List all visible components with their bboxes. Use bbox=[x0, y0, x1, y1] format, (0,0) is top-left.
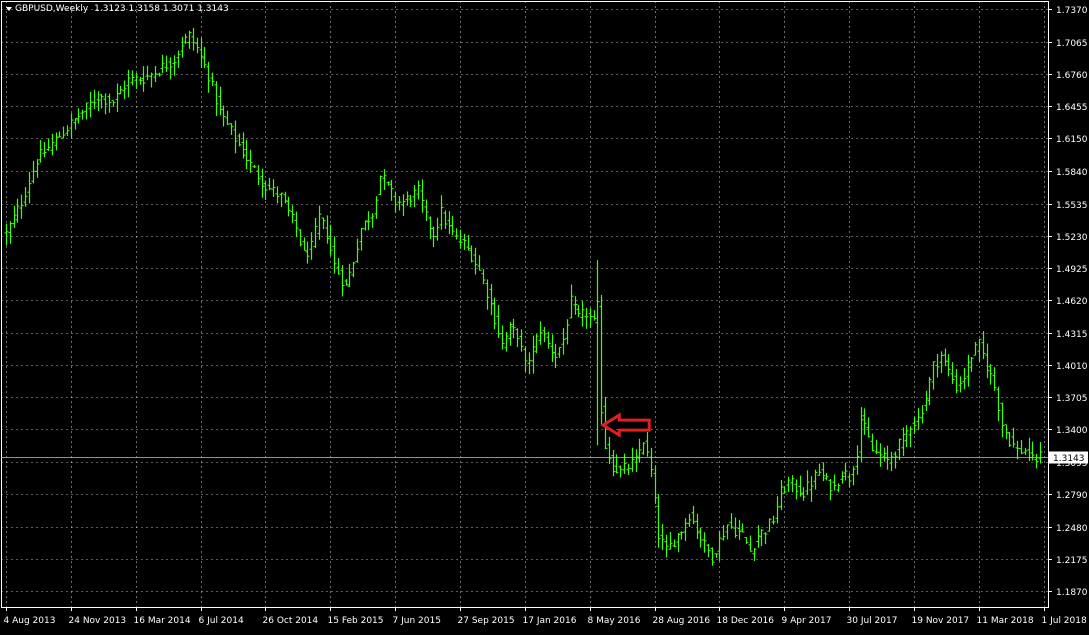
y-tick-label: 1.6150 bbox=[1056, 135, 1088, 145]
x-tick-label: 24 Nov 2013 bbox=[69, 616, 127, 626]
symbol-label: GBPUSD,Weekly bbox=[15, 4, 89, 14]
chart-background bbox=[0, 0, 1089, 631]
y-tick-label: 1.6455 bbox=[1056, 103, 1088, 113]
price-chart[interactable]: 1.7370 1.7065 1.6760 1.6455 1.6150 1.5840 1.55… bbox=[0, 0, 1089, 631]
ohlc-label: 1.3123 1.3158 1.3071 1.3143 bbox=[94, 4, 229, 14]
chart-info-bar: GBPUSD,Weekly 1.3123 1.3158 1.3071 1.314… bbox=[6, 4, 229, 14]
y-tick-label: 1.2480 bbox=[1056, 524, 1088, 534]
x-tick-label: 4 Aug 2013 bbox=[4, 616, 56, 626]
x-tick-label: 8 May 2016 bbox=[588, 616, 641, 626]
y-tick-label: 1.4925 bbox=[1056, 265, 1088, 275]
y-tick-label: 1.6760 bbox=[1056, 71, 1088, 81]
x-tick-label: 17 Jan 2016 bbox=[523, 616, 577, 626]
x-tick-label: 16 Mar 2014 bbox=[134, 616, 191, 626]
y-tick-label: 1.5535 bbox=[1056, 201, 1088, 211]
x-tick-label: 11 Mar 2018 bbox=[977, 616, 1034, 626]
chart-window[interactable]: GBPUSD,Weekly 1.3123 1.3158 1.3071 1.314… bbox=[0, 0, 1089, 631]
y-tick-label: 1.5230 bbox=[1056, 233, 1088, 243]
triangle-down-icon[interactable] bbox=[6, 7, 12, 11]
x-tick-label: 27 Sep 2015 bbox=[458, 616, 515, 626]
x-tick-label: 30 Jul 2017 bbox=[847, 616, 898, 626]
x-tick-label: 6 Jul 2014 bbox=[199, 616, 244, 626]
x-tick-label: 9 Apr 2017 bbox=[782, 616, 832, 626]
y-tick-label: 1.2175 bbox=[1056, 556, 1088, 566]
y-tick-label: 1.7370 bbox=[1056, 6, 1088, 16]
y-tick-label: 1.4010 bbox=[1056, 362, 1088, 372]
current-price-label: 1.3143 bbox=[1053, 454, 1085, 464]
x-tick-label: 26 Oct 2014 bbox=[263, 616, 319, 626]
x-tick-label: 1 Jul 2018 bbox=[1042, 616, 1087, 626]
y-tick-label: 1.5840 bbox=[1056, 168, 1088, 178]
y-tick-label: 1.3705 bbox=[1056, 394, 1088, 404]
x-tick-label: 7 Jun 2015 bbox=[393, 616, 441, 626]
y-tick-label: 1.3400 bbox=[1056, 426, 1088, 436]
x-tick-label: 19 Nov 2017 bbox=[912, 616, 970, 626]
y-tick-label: 1.4620 bbox=[1056, 297, 1088, 307]
y-tick-label: 1.4315 bbox=[1056, 330, 1088, 340]
y-tick-label: 1.1870 bbox=[1056, 588, 1088, 598]
x-tick-label: 15 Feb 2015 bbox=[328, 616, 384, 626]
x-tick-label: 18 Dec 2016 bbox=[717, 616, 775, 626]
y-tick-label: 1.2790 bbox=[1056, 491, 1088, 501]
x-tick-label: 28 Aug 2016 bbox=[653, 616, 711, 626]
y-tick-label: 1.7065 bbox=[1056, 39, 1088, 49]
